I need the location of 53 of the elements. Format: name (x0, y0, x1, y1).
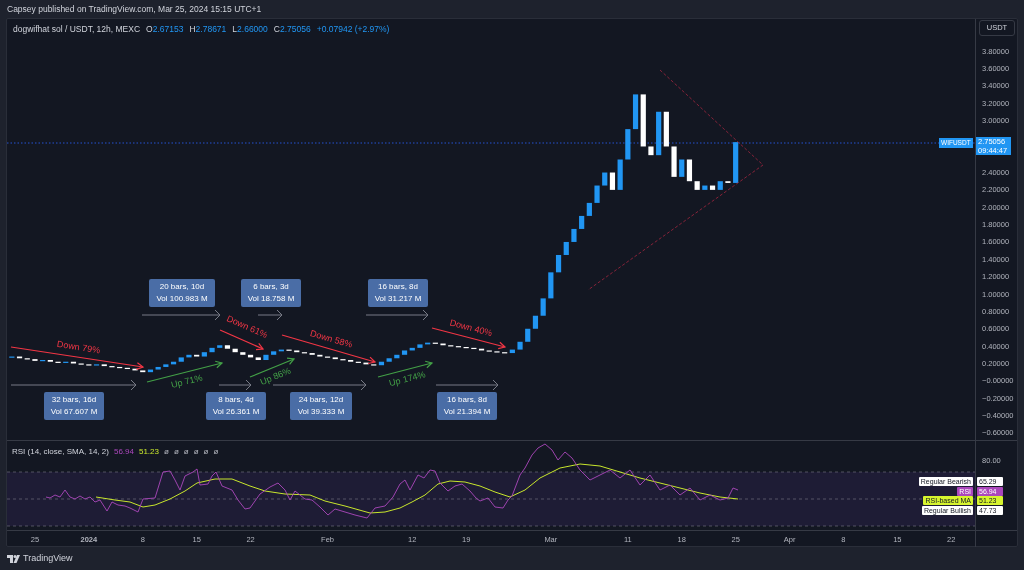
candle (571, 228, 577, 242)
candle (517, 341, 523, 350)
measurement-label: 32 bars, 16d Vol 67.607 M (44, 392, 104, 420)
ohlc-value: 2.67153 (152, 23, 184, 36)
empty-value: ø (193, 446, 199, 458)
candle (594, 185, 600, 203)
measurement-label: 8 bars, 4d Vol 26.361 M (206, 392, 266, 420)
empty-value: ø (173, 446, 179, 458)
ohlc-label: C (273, 23, 280, 36)
measurement-label: 24 bars, 12d Vol 39.333 M (290, 392, 352, 420)
rsi-value: 56.94 (113, 446, 134, 458)
measure-arrow (257, 309, 283, 321)
ohlc-value: 2.78671 (195, 23, 227, 36)
trend-label: Down 58% (309, 328, 354, 350)
price-change: +0.07942 (+2.97%) (316, 23, 390, 36)
candle (132, 368, 138, 371)
candle (648, 146, 654, 156)
candle (671, 146, 677, 177)
measurement-label: 16 bars, 8d Vol 21.394 M (437, 392, 497, 420)
measurement-label: 16 bars, 8d Vol 31.217 M (368, 279, 428, 307)
trend-label: Up 71% (169, 372, 204, 390)
trend-label: Up 174% (388, 369, 427, 389)
rsi-value: 51.23 (138, 446, 159, 458)
measure-arrow (218, 379, 252, 391)
rsi-title: RSI (14, close, SMA, 14, 2) (12, 446, 109, 458)
ohlc-label: O (146, 23, 153, 36)
candle (209, 347, 215, 353)
candle (186, 354, 192, 358)
candle (440, 343, 446, 346)
candle (263, 354, 269, 360)
measurement-label: 20 bars, 10d Vol 100.983 M (149, 279, 215, 307)
trend-label: Down 61% (225, 313, 270, 341)
trend-label: Up 86% (258, 365, 293, 387)
symbol-title: dogwifhat sol / USDT, 12h, MEXC (13, 23, 141, 36)
empty-value: ø (203, 446, 209, 458)
ohlc-label: H (189, 23, 196, 36)
ohlc-value: 2.66000 (237, 23, 268, 36)
trend-label: Down 79% (56, 338, 101, 356)
candle (733, 142, 739, 183)
measure-arrow (435, 379, 499, 391)
measurement-label: 6 bars, 3d Vol 18.758 M (241, 279, 301, 307)
empty-value: ø (183, 446, 189, 458)
empty-value: ø (164, 446, 169, 458)
candle (363, 362, 369, 365)
publish-note: Capsey published on TradingView.com, Mar 25, 2024 15:15 UTC+1 (7, 2, 262, 16)
ohlc-label: L (232, 23, 238, 36)
measure-arrow (365, 309, 429, 321)
logo-icon (7, 554, 20, 563)
trend-label: Down 40% (448, 317, 494, 339)
ohlc-value: 2.75056 (279, 23, 311, 36)
brand-name: TradingView (23, 551, 73, 565)
candle (417, 344, 423, 348)
empty-value: ø (213, 446, 219, 458)
